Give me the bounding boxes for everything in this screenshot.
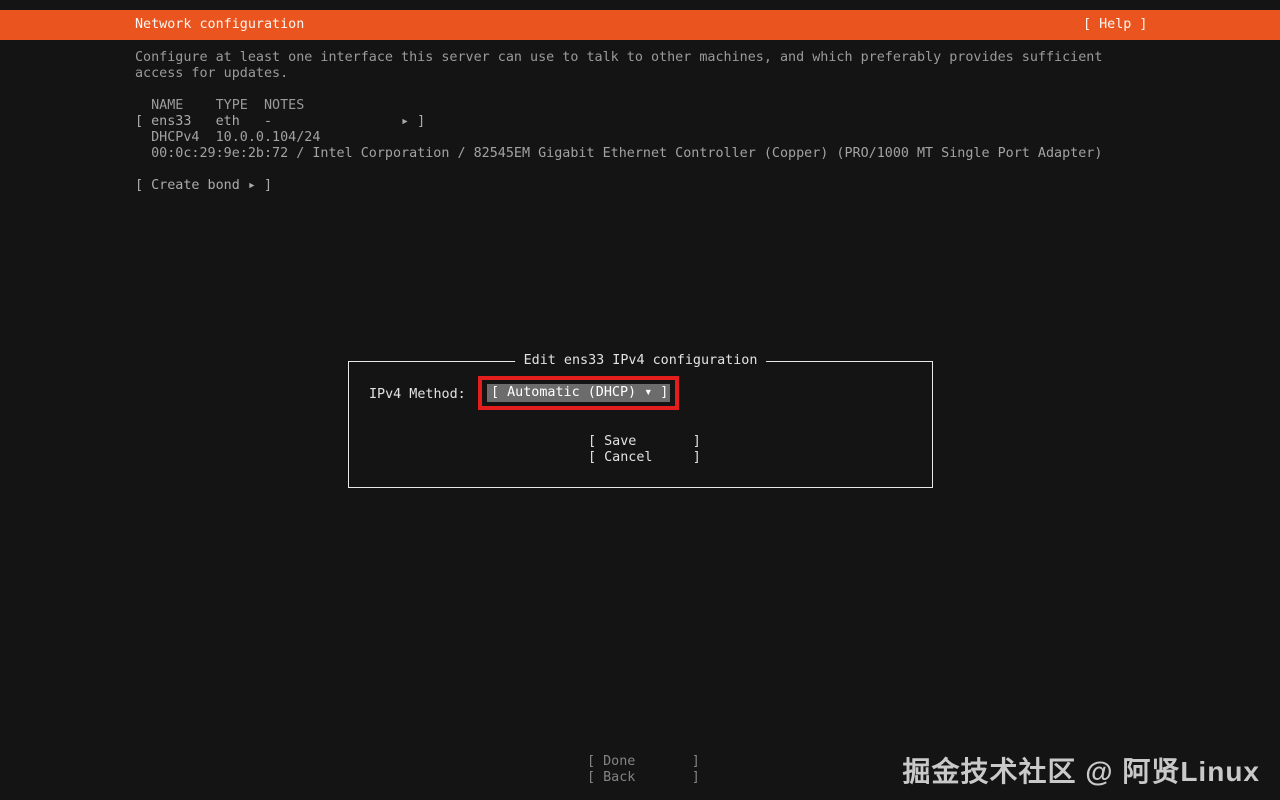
nic-table-header: NAME TYPE NOTES bbox=[135, 98, 305, 113]
network-config-screen: Configure at least one interface this se… bbox=[135, 50, 1102, 194]
annotation-highlight-box: [ Automatic (DHCP) ▾ ] bbox=[478, 376, 679, 410]
intro-text-line-2: access for updates. bbox=[135, 66, 289, 81]
nic-row-close-bracket: ] bbox=[409, 114, 426, 129]
nic-dhcp-address: DHCPv4 10.0.0.104/24 bbox=[135, 130, 321, 145]
screen-title: Network configuration bbox=[135, 17, 305, 32]
ipv4-method-value: [ Automatic (DHCP) bbox=[491, 385, 645, 400]
cancel-button[interactable]: [ Cancel ] bbox=[588, 450, 701, 466]
dialog-title: Edit ens33 IPv4 configuration bbox=[514, 353, 767, 369]
ipv4-method-dropdown[interactable]: [ Automatic (DHCP) ▾ ] bbox=[487, 384, 670, 402]
create-bond-close-bracket: ] bbox=[255, 178, 273, 193]
nic-row-ens33[interactable]: [ ens33 eth - ▸ ] bbox=[135, 114, 1102, 130]
chevron-right-icon: ▸ bbox=[247, 178, 256, 193]
nic-row-text: [ ens33 eth - bbox=[135, 114, 402, 129]
back-button[interactable]: [ Back ] bbox=[587, 770, 700, 786]
watermark: 掘金技术社区 @ 阿贤Linux bbox=[902, 756, 1260, 787]
dropdown-close-bracket: ] bbox=[652, 385, 669, 400]
done-button[interactable]: [ Done ] bbox=[587, 754, 700, 770]
intro-text-line-1: Configure at least one interface this se… bbox=[135, 50, 1103, 65]
titlebar: Network configuration [ Help ] bbox=[0, 10, 1280, 40]
save-button[interactable]: [ Save ] bbox=[588, 434, 701, 450]
create-bond-button[interactable]: [ Create bond ▸ ] bbox=[135, 178, 1102, 194]
edit-ipv4-dialog: Edit ens33 IPv4 configuration IPv4 Metho… bbox=[348, 353, 933, 488]
nic-hardware-info: 00:0c:29:9e:2b:72 / Intel Corporation / … bbox=[135, 146, 1103, 161]
ipv4-method-label: IPv4 Method: bbox=[369, 387, 466, 402]
help-button[interactable]: [ Help ] bbox=[1083, 10, 1148, 40]
chevron-right-icon: ▸ bbox=[401, 114, 410, 129]
create-bond-label: [ Create bond bbox=[135, 178, 248, 193]
